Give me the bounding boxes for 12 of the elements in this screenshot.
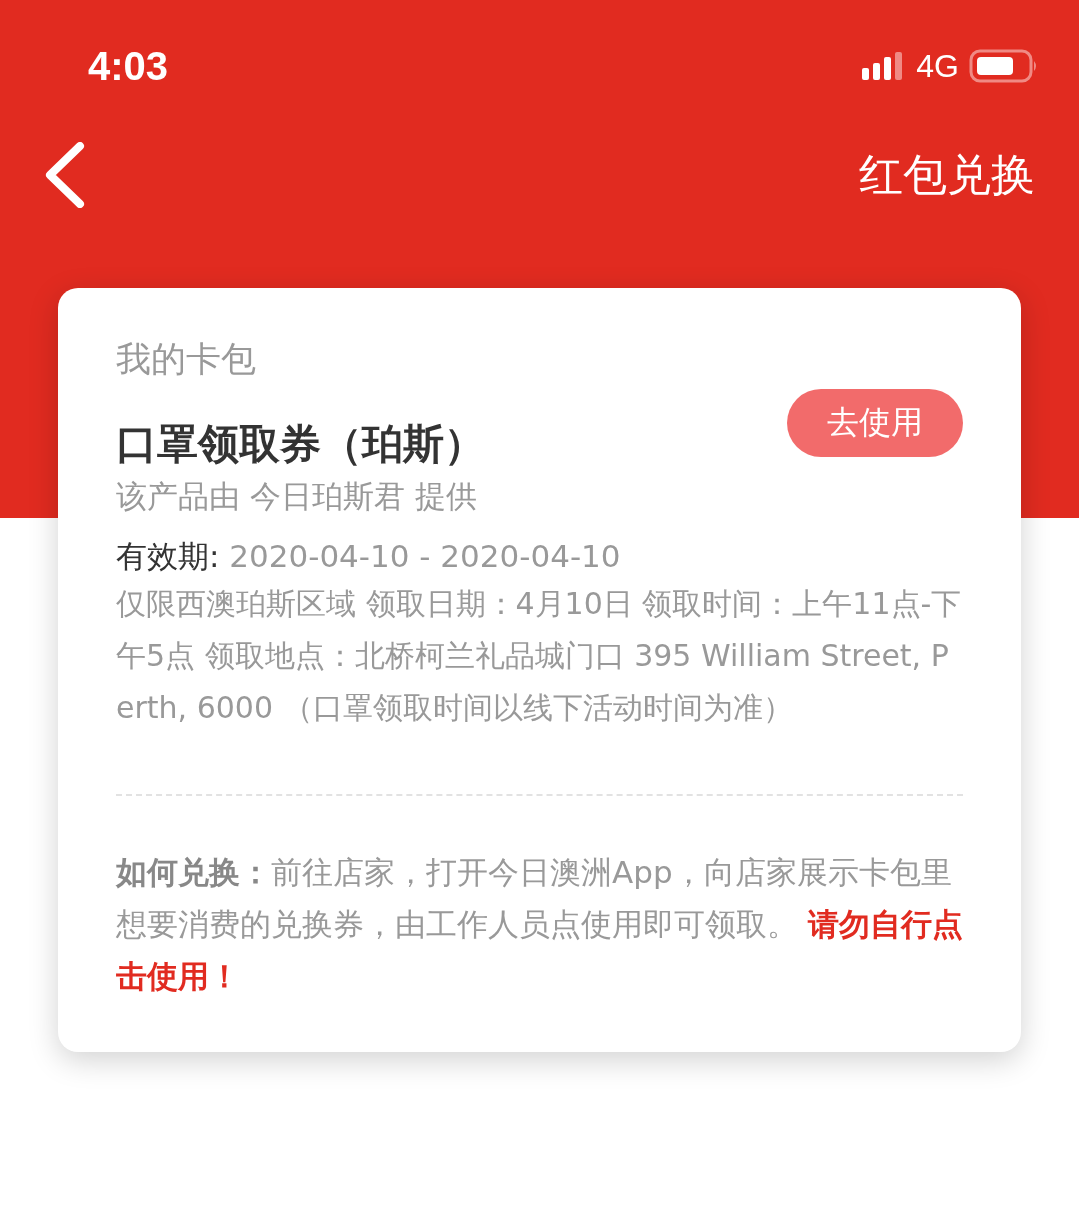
battery-icon <box>969 49 1039 83</box>
use-button[interactable]: 去使用 <box>787 389 963 457</box>
section-title: 我的卡包 <box>116 338 257 381</box>
description-text: 仅限西澳珀斯区域 领取日期：4月10日 领取时间：上午11点-下午5点 领取地点：北桥柯兰礼品城门口 395 William Street, Perth, 6000 （口罩领取时间以线下活动时间为准） <box>116 585 963 727</box>
coupon-title: 口罩领取券（珀斯） <box>116 419 485 470</box>
status-time: 4:03 <box>88 43 169 89</box>
how-to-text: 如何兑换：前往店家，打开今日澳洲App，向店家展示卡包里想要消费的兑换券，由工作人员点使用即可领取。 请勿自行点击使用！ <box>116 853 963 996</box>
provider-text: 该产品由 今日珀斯君 提供 <box>116 477 478 516</box>
network-label: 4G <box>916 47 959 85</box>
page-title: 红包兑换 <box>859 147 1035 202</box>
validity-dates: 2020-04-10 - 2020-04-10 <box>229 538 621 574</box>
validity-label: 有效期: <box>116 538 220 574</box>
